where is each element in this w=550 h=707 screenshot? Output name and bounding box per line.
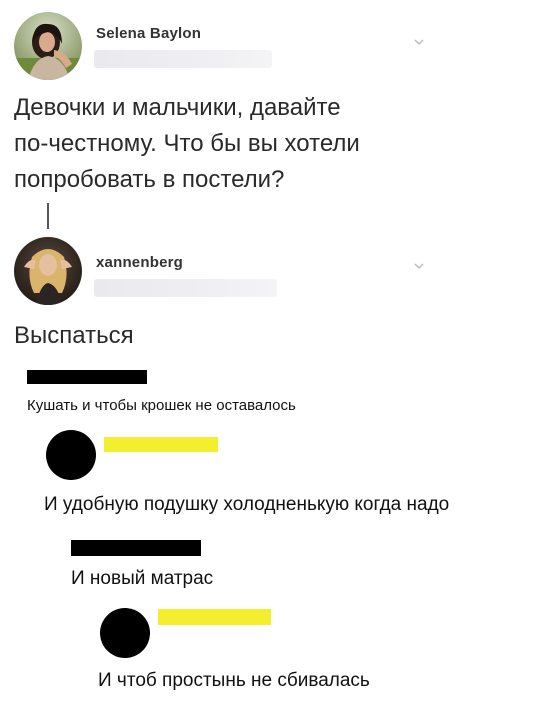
chevron-down-icon[interactable] <box>414 37 424 47</box>
comment-text: И чтоб простынь не сбивалась <box>98 670 370 691</box>
username-selena[interactable]: Selena Baylon <box>96 25 201 42</box>
redacted-avatar <box>100 608 150 658</box>
post-line: попробовать в постели? <box>14 166 285 193</box>
thread-connector <box>47 203 49 229</box>
redacted-username <box>71 540 201 556</box>
comment-text: Кушать и чтобы крошек не оставалось <box>27 397 296 414</box>
blurred-handle-selena <box>94 50 272 68</box>
comment-text: И новый матрас <box>71 568 214 589</box>
post-text-xannenberg: Выспаться <box>14 322 134 349</box>
post-line: по-честному. Что бы вы хотели <box>14 130 360 157</box>
avatar-selena[interactable] <box>14 12 82 80</box>
blurred-handle-xannenberg <box>94 279 277 297</box>
username-xannenberg[interactable]: xannenberg <box>96 254 183 271</box>
avatar-xannenberg[interactable] <box>14 237 82 305</box>
post-text-selena: Девочки и мальчики, давайте по-честному.… <box>14 90 360 198</box>
avatar-xannenberg-image <box>14 237 82 305</box>
comment-text: И удобную подушку холодненькую когда над… <box>44 494 450 515</box>
chevron-down-icon[interactable] <box>414 261 424 271</box>
redacted-avatar <box>46 430 96 480</box>
redacted-username <box>104 437 218 452</box>
redacted-username <box>27 370 147 384</box>
redacted-username <box>158 609 271 625</box>
avatar-selena-image <box>14 12 82 80</box>
post-line: Девочки и мальчики, давайте <box>14 94 341 121</box>
